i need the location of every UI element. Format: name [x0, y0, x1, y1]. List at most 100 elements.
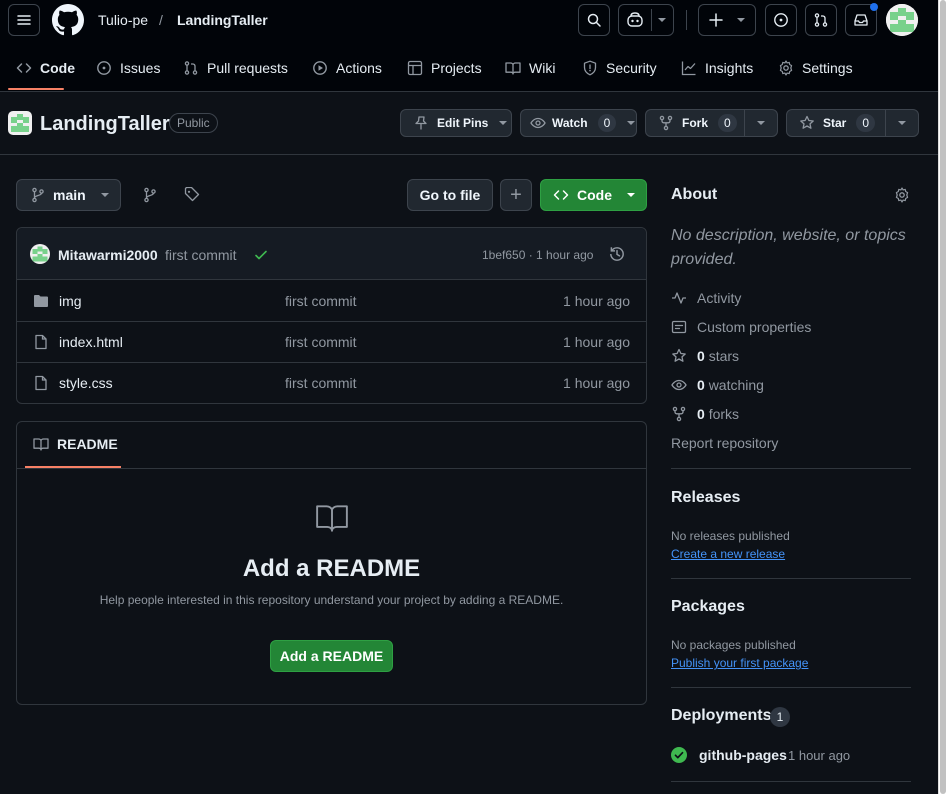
- deployment-name[interactable]: github-pages: [699, 747, 787, 763]
- add-readme-button[interactable]: Add a README: [270, 640, 393, 672]
- create-release-link[interactable]: Create a new release: [671, 547, 785, 561]
- shield-icon: [582, 60, 598, 76]
- fork-button[interactable]: Fork 0: [645, 109, 745, 137]
- stars-link[interactable]: 0 stars: [671, 348, 739, 364]
- issue-icon: [773, 12, 789, 28]
- menu-button[interactable]: [8, 4, 40, 36]
- file-commit-message[interactable]: first commit: [285, 293, 357, 309]
- tab-settings[interactable]: Settings: [778, 50, 853, 86]
- add-file-button[interactable]: +: [500, 179, 532, 211]
- tab-label: Insights: [705, 60, 754, 76]
- file-age: 1 hour ago: [563, 375, 630, 391]
- inbox-icon: [853, 12, 869, 28]
- fork-icon: [671, 406, 687, 422]
- scrollbar-thumb[interactable]: [940, 0, 946, 794]
- github-logo-icon[interactable]: [52, 4, 84, 36]
- go-to-file-button[interactable]: Go to file: [407, 179, 493, 211]
- chevron-down-icon[interactable]: [657, 16, 667, 24]
- commit-author[interactable]: Mitawarmi2000: [58, 247, 158, 263]
- code-icon: [16, 60, 32, 76]
- tab-label: Code: [40, 60, 75, 76]
- eye-icon: [530, 115, 546, 131]
- code-button[interactable]: Code: [540, 179, 647, 211]
- tab-code[interactable]: Code: [16, 50, 75, 86]
- create-new-button[interactable]: [698, 4, 756, 36]
- activity-link[interactable]: Activity: [671, 290, 741, 306]
- repo-title[interactable]: LandingTaller: [40, 113, 170, 136]
- issues-button[interactable]: [765, 4, 797, 36]
- releases-heading[interactable]: Releases: [671, 489, 740, 507]
- star-label: Star: [823, 116, 847, 130]
- book-icon: [315, 503, 349, 533]
- edit-pins-button[interactable]: Edit Pins: [400, 109, 512, 137]
- branch-icon: [31, 187, 45, 203]
- forks-link[interactable]: 0 forks: [671, 406, 739, 422]
- custom-properties-link[interactable]: Custom properties: [671, 319, 811, 335]
- gear-icon[interactable]: [894, 187, 910, 203]
- pull-request-icon: [183, 60, 199, 76]
- book-icon: [33, 436, 49, 452]
- tab-insights[interactable]: Insights: [681, 50, 753, 86]
- fork-label: Fork: [682, 116, 709, 130]
- pull-requests-button[interactable]: [805, 4, 837, 36]
- tab-projects[interactable]: Projects: [407, 50, 482, 86]
- graph-icon: [681, 60, 697, 76]
- file-commit-message[interactable]: first commit: [285, 375, 357, 391]
- file-row[interactable]: style.css first commit 1 hour ago: [17, 362, 646, 403]
- star-button[interactable]: Star 0: [786, 109, 886, 137]
- packages-heading[interactable]: Packages: [671, 598, 745, 616]
- watch-count: 0: [597, 114, 617, 132]
- chevron-down-icon[interactable]: [626, 119, 636, 127]
- avatar[interactable]: [886, 4, 918, 36]
- tab-label: Security: [606, 60, 657, 76]
- readme-tab[interactable]: README: [25, 422, 121, 468]
- sidebar-divider: [671, 468, 911, 469]
- sidebar-divider: [671, 578, 911, 579]
- search-button[interactable]: [578, 4, 610, 36]
- add-file-label: +: [510, 183, 522, 206]
- breadcrumb-owner[interactable]: Tulio-pe: [98, 11, 148, 29]
- commit-message[interactable]: first commit: [165, 247, 237, 263]
- tab-actions[interactable]: Actions: [312, 50, 382, 86]
- play-icon: [312, 60, 328, 76]
- copilot-button[interactable]: [618, 4, 674, 36]
- file-name[interactable]: index.html: [59, 334, 123, 350]
- repository-header: LandingTaller Public Edit Pins Watch 0 F…: [0, 93, 938, 155]
- tab-security[interactable]: Security: [582, 50, 657, 86]
- breadcrumb-separator: /: [159, 12, 163, 28]
- tag-icon[interactable]: [184, 187, 200, 203]
- publish-package-link[interactable]: Publish your first package: [671, 656, 808, 670]
- watch-button[interactable]: Watch 0: [520, 109, 637, 137]
- watching-link[interactable]: 0 watching: [671, 377, 764, 393]
- plus-icon: [709, 13, 723, 27]
- file-row[interactable]: img first commit 1 hour ago: [17, 281, 646, 322]
- tab-issues[interactable]: Issues: [96, 50, 160, 86]
- tab-wiki[interactable]: Wiki: [505, 50, 555, 86]
- tab-label: Settings: [802, 60, 853, 76]
- file-row[interactable]: index.html first commit 1 hour ago: [17, 321, 646, 362]
- report-repository-link[interactable]: Report repository: [671, 435, 778, 451]
- fork-dropdown-button[interactable]: [744, 109, 778, 137]
- branches-icon[interactable]: [142, 187, 158, 203]
- star-dropdown-button[interactable]: [885, 109, 919, 137]
- branch-selector[interactable]: main: [16, 179, 121, 211]
- tab-label: Issues: [120, 60, 161, 76]
- add-readme-label: Add a README: [279, 648, 384, 664]
- commit-meta[interactable]: 1bef650 · 1 hour ago: [482, 248, 593, 262]
- tab-pull-requests[interactable]: Pull requests: [183, 50, 288, 86]
- deployments-heading[interactable]: Deployments: [671, 707, 771, 725]
- history-icon[interactable]: [608, 245, 626, 263]
- file-icon: [33, 375, 49, 391]
- forks-label: forks: [708, 406, 740, 422]
- file-name[interactable]: img: [59, 293, 82, 309]
- custom-properties-label: Custom properties: [697, 319, 812, 335]
- forks-count: 0: [697, 406, 705, 422]
- breadcrumb-repo[interactable]: LandingTaller: [177, 11, 268, 29]
- commit-author-avatar[interactable]: [30, 244, 50, 264]
- watch-label: Watch: [552, 116, 588, 130]
- book-icon: [505, 60, 521, 76]
- file-name[interactable]: style.css: [59, 375, 113, 391]
- table-icon: [407, 60, 423, 76]
- chevron-down-icon: [897, 119, 907, 127]
- file-commit-message[interactable]: first commit: [285, 334, 357, 350]
